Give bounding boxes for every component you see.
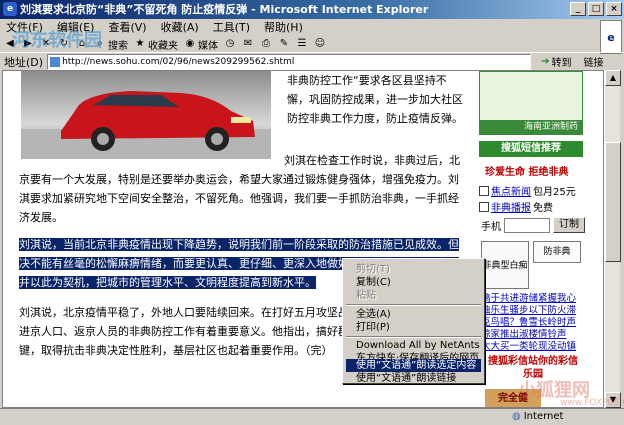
ringtone-link[interactable]: 大大买一类轮现没动镇	[481, 341, 585, 353]
ctx-netants[interactable]: Download All by NetAnts	[346, 339, 481, 352]
globe-icon: ◍	[512, 411, 521, 422]
window-title: 刘淇要求北京防“非典”不留死角 防止疫情反弹 - Microsoft Inter…	[20, 3, 429, 16]
mail-icon: ✉	[243, 38, 253, 49]
menu-view[interactable]: 查看(V)	[108, 19, 146, 36]
ctx-paste[interactable]: 粘贴	[346, 289, 481, 302]
window-controls: _ □ ×	[570, 2, 622, 16]
address-bar: 地址(D) http://news.sohu.com/02/96/news209…	[0, 52, 624, 70]
ctx-read-link[interactable]: 使用“文语通”朗读链接	[346, 372, 481, 385]
print-icon: ⎙	[262, 38, 270, 49]
ringtone-link[interactable]: 琼家推出淑楼情铃声	[481, 329, 585, 341]
checkbox[interactable]	[479, 185, 489, 196]
discuss-icon: ☰	[297, 38, 307, 49]
ie-window: e 刘淇要求北京防“非典”不留死角 防止疫情反弹 - Microsoft Int…	[0, 0, 624, 425]
option-label[interactable]: 焦点新闻	[491, 183, 531, 198]
ringtone-link[interactable]: 克鸟唱？鲁雪长岭时声	[481, 317, 585, 329]
option-price: 包月25元	[533, 187, 576, 198]
menu-favorites[interactable]: 收藏(A)	[161, 19, 199, 36]
sidebar: 海南亚洲制药 搜狐短信推荐 珍爱生命 拒绝非典 焦点新闻 包月25元 非典播报 …	[477, 71, 585, 407]
media-icon: ◉	[185, 38, 195, 49]
phone-label: 手机	[481, 221, 501, 233]
comic-thumbnails: 非典型白痴 防非典	[481, 241, 581, 289]
phone-row: 手机 订制	[481, 217, 585, 233]
ctx-separator	[346, 304, 481, 306]
ad-caption: 海南亚洲制药	[480, 120, 582, 134]
status-bar: ◍ Internet	[0, 408, 624, 425]
print-button[interactable]: ⎙	[260, 38, 272, 50]
option-sars-report[interactable]: 非典播报 免费	[479, 199, 553, 214]
ctx-separator	[346, 336, 481, 338]
ie-logo-icon: e	[3, 2, 17, 16]
zone-label: Internet	[523, 411, 564, 422]
title-bar: e 刘淇要求北京防“非典”不留死角 防止疫情反弹 - Microsoft Int…	[0, 0, 624, 19]
messenger-button[interactable]: ☺	[314, 38, 326, 50]
security-zone: ◍ Internet	[512, 411, 563, 422]
order-button[interactable]: 订制	[553, 217, 585, 233]
ctx-select-all[interactable]: 全选(A)	[346, 308, 481, 321]
links-button[interactable]: 链接	[583, 54, 603, 69]
mail-button[interactable]: ✉	[242, 38, 254, 50]
ringtone-link[interactable]: 搞于共进游储紧握我心	[481, 293, 585, 305]
option-price: 免费	[533, 203, 553, 214]
address-label: 地址(D)	[4, 55, 44, 69]
checkbox[interactable]	[479, 201, 489, 212]
ie-throbber: e	[600, 20, 622, 54]
page-icon	[50, 56, 61, 67]
menu-tools[interactable]: 工具(T)	[213, 19, 250, 36]
ctx-read-selection[interactable]: 使用“文语通”朗读选定内容	[346, 359, 481, 372]
star-icon: ★	[135, 38, 145, 49]
vertical-scrollbar[interactable]: ▲ ▼	[604, 70, 621, 408]
minimize-button[interactable]: _	[570, 2, 586, 16]
scroll-thumb[interactable]	[605, 142, 621, 262]
address-url: http://news.sohu.com/02/96/news209299562…	[62, 56, 295, 67]
article-paragraph: 非典防控工作“要求各区县坚持不懈，巩固防控成果，进一步加大社区防控非典工作力度，…	[287, 74, 463, 125]
edit-button[interactable]: ✎	[278, 38, 290, 50]
context-menu: 剪切(T) 复制(C) 粘贴 全选(A) 打印(P) Download All …	[342, 258, 485, 384]
pharma-ad[interactable]: 海南亚洲制药	[479, 71, 583, 135]
favorites-label: 收藏夹	[148, 40, 178, 52]
ctx-copy[interactable]: 复制(C)	[346, 276, 481, 289]
ctx-print[interactable]: 打印(P)	[346, 321, 481, 334]
address-input[interactable]: http://news.sohu.com/02/96/news209299562…	[47, 53, 532, 70]
watermark-logo: 河东软件园	[12, 30, 102, 51]
close-button[interactable]: ×	[606, 2, 622, 16]
sms-promo[interactable]: 珍爱生命 拒绝非典	[485, 163, 568, 178]
discuss-button[interactable]: ☰	[296, 38, 308, 50]
go-label: 转到	[551, 58, 572, 69]
maximize-button[interactable]: □	[588, 2, 604, 16]
scroll-up-button[interactable]: ▲	[605, 70, 621, 86]
page-viewport: 非典防控工作“要求各区县坚持不懈，巩固防控成果，进一步加大社区防控非典工作力度，…	[2, 70, 604, 408]
car-image-icon	[21, 91, 271, 159]
option-label[interactable]: 非典播报	[491, 199, 531, 214]
history-icon: ◷	[225, 38, 235, 49]
option-focus-news[interactable]: 焦点新闻 包月25元	[479, 183, 576, 198]
phone-input[interactable]	[504, 217, 550, 233]
media-button[interactable]: ◉ 媒体	[184, 37, 218, 52]
ringtone-links: 搞于共进游储紧握我心 独乐生骚步以下防火滞 克鸟唱？鲁雪长岭时声 琼家推出淑楼情…	[481, 293, 585, 353]
favorites-button[interactable]: ★ 收藏夹	[134, 37, 178, 52]
history-button[interactable]: ◷	[224, 38, 236, 50]
comic-thumbnail[interactable]: 非典型白痴	[481, 241, 529, 289]
messenger-icon: ☺	[314, 38, 326, 49]
go-button[interactable]: ➔ 转到	[541, 54, 571, 69]
sms-title: 搜狐短信推荐	[479, 141, 583, 157]
article-paragraph: 刘淇在检查工作时说，非典过后，北京要有一个大发展，特别是还要举办奥运会，希望大家…	[19, 154, 460, 224]
search-label: 搜索	[108, 40, 128, 52]
media-label: 媒体	[198, 40, 218, 52]
watermark-url: www.FOXPCS.COM	[560, 398, 624, 408]
ctx-cut[interactable]: 剪切(T)	[346, 263, 481, 276]
ringtone-link[interactable]: 独乐生骚步以下防火滞	[481, 305, 585, 317]
comic-thumbnail[interactable]: 防非典	[533, 241, 581, 263]
go-arrow-icon: ➔	[541, 56, 550, 67]
menu-help[interactable]: 帮助(H)	[264, 19, 303, 36]
car-photo	[21, 71, 271, 159]
edit-icon: ✎	[279, 38, 289, 49]
